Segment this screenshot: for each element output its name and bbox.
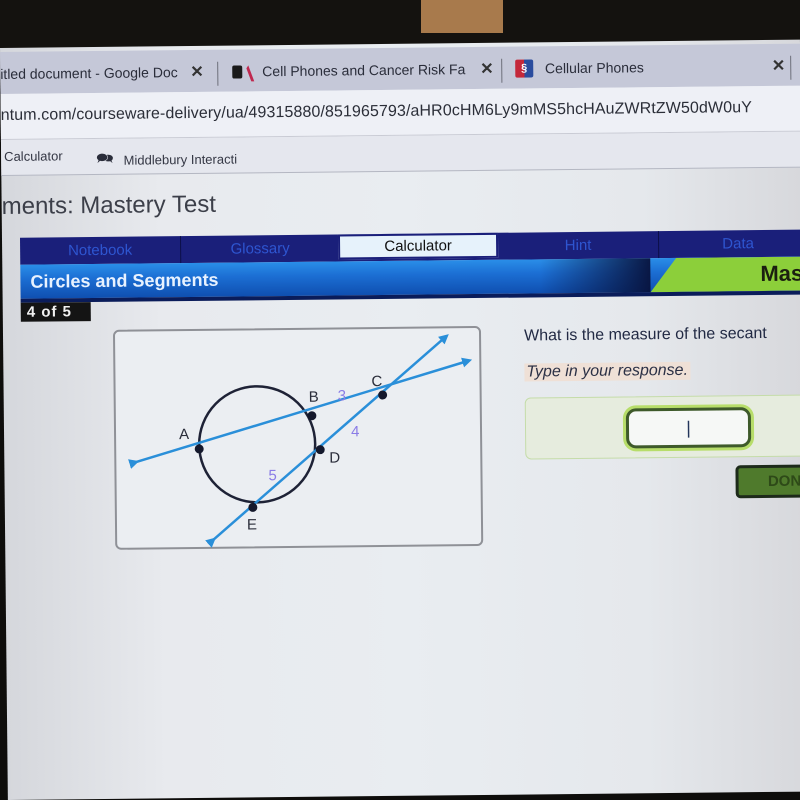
label-e: E <box>247 516 257 533</box>
tab-separator <box>501 58 503 83</box>
point-d <box>315 445 325 455</box>
segment-label-cd: 4 <box>351 423 360 440</box>
text-cursor: | <box>686 417 691 438</box>
point-a <box>194 444 204 454</box>
tab-notebook[interactable]: Notebook <box>20 236 180 265</box>
answer-panel: | <box>524 394 800 460</box>
tab-separator <box>790 55 792 80</box>
close-icon[interactable]: ✕ <box>480 59 494 79</box>
page-title: ments: Mastery Test <box>1 190 217 220</box>
tab-title: itled document - Google Doc <box>0 64 178 82</box>
secant-diagram: A B C D E 3 4 5 <box>128 334 473 548</box>
secant-line-abc <box>128 357 473 469</box>
secant-line-edc <box>205 334 449 548</box>
bookmark-label: Calculator <box>4 148 63 164</box>
close-icon[interactable]: ✕ <box>190 62 204 82</box>
circle <box>197 385 317 504</box>
pearson-icon <box>232 63 250 79</box>
label-d: D <box>329 449 340 466</box>
lesson-title: Circles and Segments <box>30 269 219 292</box>
tab-hint[interactable]: Hint <box>498 231 658 260</box>
label-b: B <box>309 389 319 406</box>
close-icon[interactable]: ✕ <box>772 56 786 76</box>
segment-label-de: 5 <box>268 467 277 484</box>
answer-input[interactable]: | <box>625 407 752 449</box>
segment-label-bc: 3 <box>338 387 347 404</box>
label-c: C <box>371 373 382 390</box>
tab-calculator[interactable]: Calculator <box>337 232 499 260</box>
geometry-figure: A B C D E 3 4 5 <box>112 325 484 550</box>
question-counter: 4 of 5 <box>20 302 91 322</box>
point-e <box>248 502 258 512</box>
tab-cell-phones-cancer[interactable]: Cell Phones and Cancer Risk Fa ✕ <box>232 53 494 88</box>
url-text[interactable]: ntum.com/courseware-delivery/ua/49315880… <box>1 99 752 125</box>
tab-data[interactable]: Data <box>658 229 800 258</box>
tab-glossary[interactable]: Glossary <box>180 234 340 263</box>
tab-title: Cell Phones and Cancer Risk Fa <box>262 61 466 80</box>
tab-title: Cellular Phones <box>544 59 644 77</box>
test-mode-label: Mas <box>760 260 800 287</box>
address-bar[interactable]: ntum.com/courseware-delivery/ua/49315880… <box>0 85 800 140</box>
bookmark-middlebury[interactable]: 🗪 Middlebury Interacti <box>96 147 237 172</box>
tab-cellular-phones[interactable]: § Cellular Phones ✕ <box>515 50 785 85</box>
label-a: A <box>179 426 189 443</box>
instruction-text: Type in your response. <box>524 361 691 382</box>
chat-bubbles-icon: 🗪 <box>96 149 114 166</box>
cellular-phones-icon: § <box>515 59 534 78</box>
tab-google-doc[interactable]: itled document - Google Doc ✕ <box>0 56 215 90</box>
tab-separator <box>217 61 219 86</box>
bookmark-label: Middlebury Interacti <box>123 151 238 168</box>
bezel-sticker <box>421 0 503 33</box>
screen: itled document - Google Doc ✕ Cell Phone… <box>0 39 800 800</box>
bookmark-calculator[interactable]: Calculator <box>4 148 63 164</box>
banner-gradient <box>540 258 651 294</box>
point-c <box>378 390 388 400</box>
bookmarks-bar: Calculator 🗪 Middlebury Interacti <box>0 131 800 176</box>
done-button[interactable]: DON <box>735 464 800 499</box>
question-text: What is the measure of the secant <box>523 324 767 345</box>
